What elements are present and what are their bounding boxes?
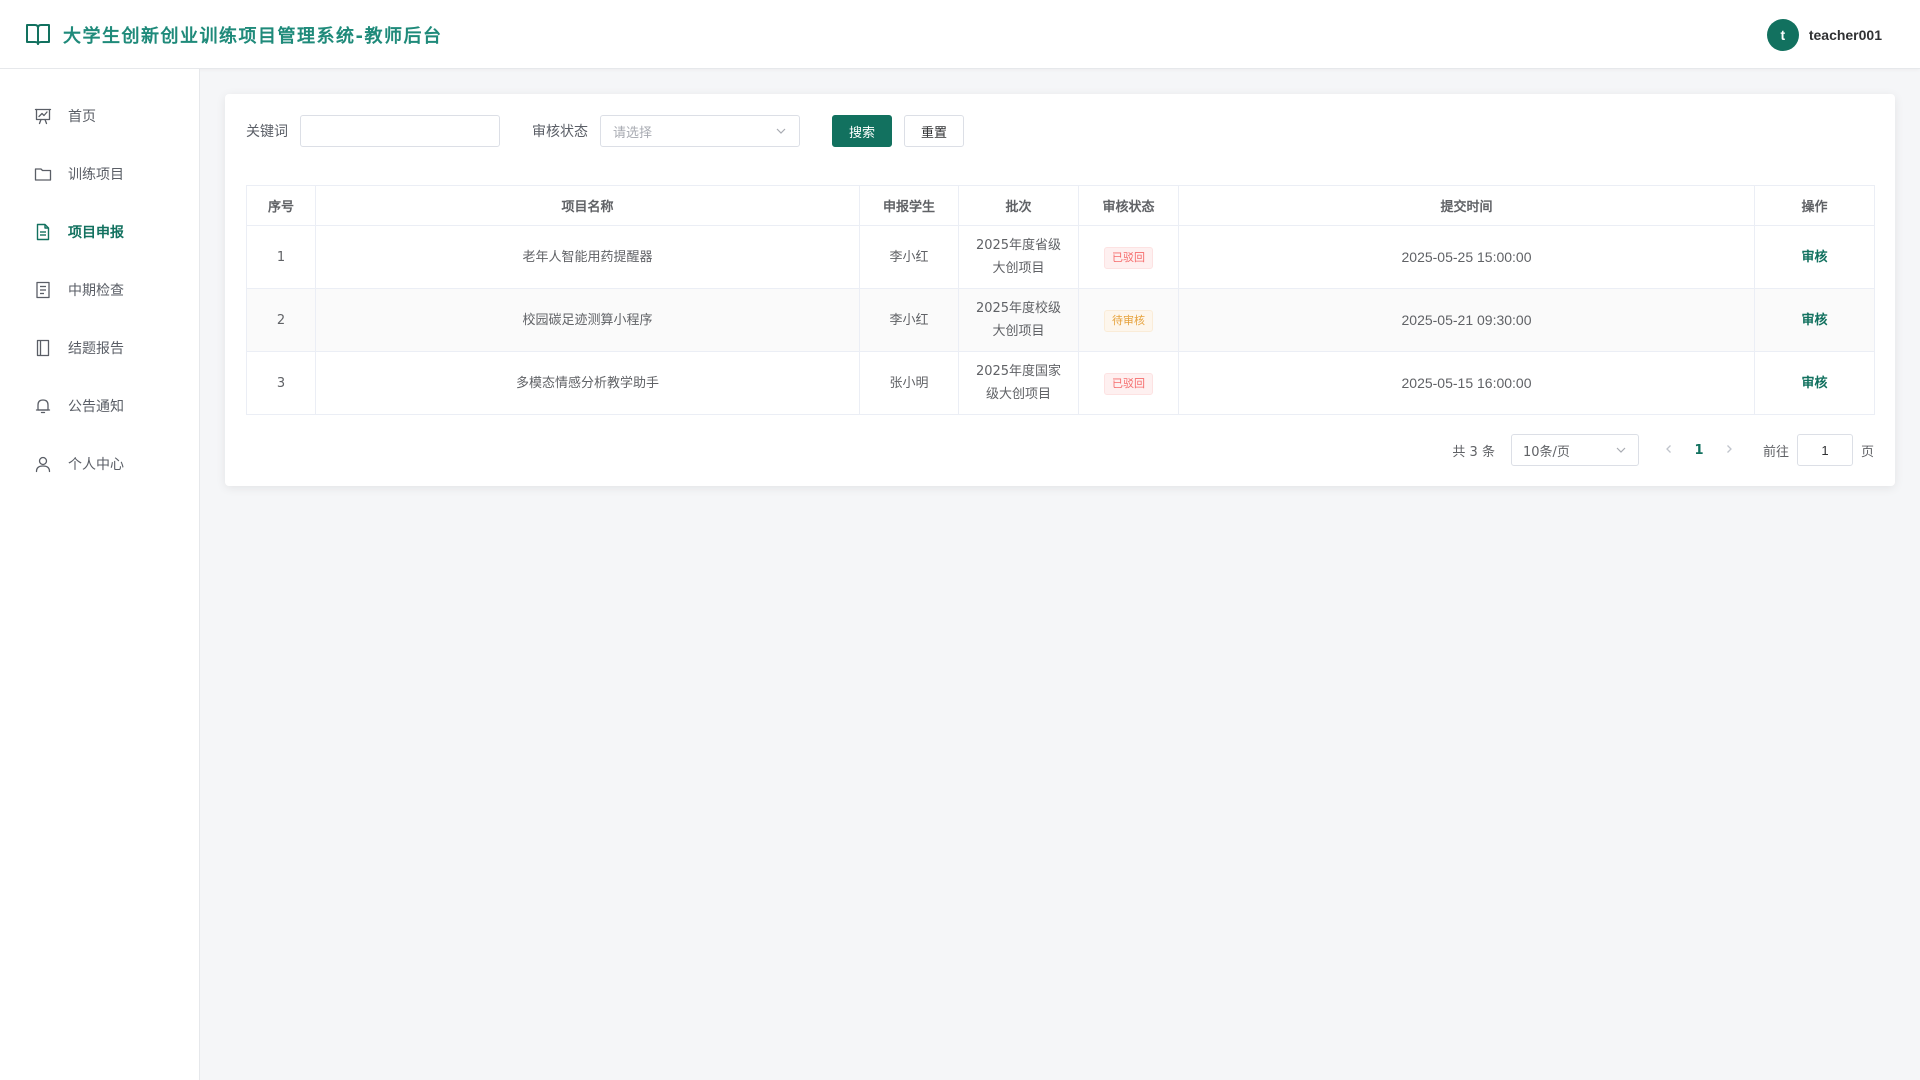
- user-icon: [35, 456, 51, 473]
- cell-index: 2: [246, 288, 316, 352]
- cell-batch: 2025年度校级 大创项目: [958, 288, 1079, 352]
- page-size-select[interactable]: 10条/页: [1510, 434, 1639, 466]
- cell-status: 已驳回: [1078, 351, 1179, 415]
- sidebar-item-profile[interactable]: 个人中心: [0, 435, 199, 493]
- pagination: 共 3 条 10条/页 1 前往 页: [1452, 434, 1874, 466]
- sidebar-item-label: 项目申报: [68, 225, 124, 241]
- chevron-right-icon: [1727, 444, 1732, 453]
- table-row: 3 多模态情感分析教学助手 张小明 2025年度国家 级大创项目 已驳回 2025…: [246, 351, 1875, 415]
- table-row: 2 校园碳足迹测算小程序 李小红 2025年度校级 大创项目 待审核 2025-0…: [246, 288, 1875, 352]
- cell-batch: 2025年度省级 大创项目: [958, 225, 1079, 289]
- avatar: t: [1766, 19, 1799, 51]
- review-link[interactable]: 审核: [1801, 250, 1827, 265]
- sidebar-item-label: 训练项目: [68, 167, 124, 183]
- page-number[interactable]: 1: [1683, 443, 1715, 458]
- page-suffix: 页: [1860, 444, 1874, 460]
- sidebar-item-label: 公告通知: [68, 399, 124, 415]
- reset-button[interactable]: 重置: [904, 115, 964, 147]
- search-button[interactable]: 搜索: [832, 115, 892, 147]
- filter-form: 关键词 审核状态 请选择 搜索 重置: [246, 115, 964, 147]
- batch-line: 大创项目: [992, 261, 1045, 276]
- column-header: 提交时间: [1178, 185, 1755, 226]
- cell-action: 审核: [1754, 288, 1875, 352]
- cell-index: 3: [246, 351, 316, 415]
- projects-table: 序号 项目名称 申报学生 批次 审核状态 提交时间 操作 1 老年人智能用药提醒…: [246, 185, 1875, 415]
- status-badge: 已驳回: [1104, 372, 1153, 395]
- sidebar-item-announcements[interactable]: 公告通知: [0, 377, 199, 435]
- batch-line: 大创项目: [992, 324, 1045, 339]
- status-select-placeholder: 请选择: [613, 125, 653, 141]
- cell-project-name: 校园碳足迹测算小程序: [315, 288, 860, 352]
- folder-icon: [34, 168, 52, 181]
- sidebar-item-home[interactable]: 首页: [0, 87, 199, 145]
- cell-submit-time: 2025-05-15 16:00:00: [1178, 351, 1755, 415]
- keyword-label: 关键词: [246, 124, 288, 140]
- sidebar-item-training-projects[interactable]: 训练项目: [0, 145, 199, 203]
- notebook-icon: [36, 339, 50, 357]
- review-link[interactable]: 审核: [1801, 313, 1827, 328]
- batch-line: 2025年度省级: [975, 238, 1062, 253]
- column-header: 审核状态: [1078, 185, 1179, 226]
- cell-action: 审核: [1754, 225, 1875, 289]
- cell-student: 李小红: [859, 288, 959, 352]
- batch-line: 2025年度国家: [975, 364, 1062, 379]
- total-count: 共 3 条: [1452, 444, 1495, 460]
- column-header: 项目名称: [315, 185, 860, 226]
- cell-project-name: 老年人智能用药提醒器: [315, 225, 860, 289]
- status-label: 审核状态: [532, 124, 588, 140]
- document-icon: [36, 223, 50, 241]
- prev-page-button[interactable]: [1655, 443, 1683, 458]
- top-header: 大学生创新创业训练项目管理系统-教师后台 t teacher001: [0, 0, 1920, 69]
- batch-line: 级大创项目: [985, 387, 1051, 402]
- sidebar-item-label: 首页: [68, 109, 96, 125]
- cell-status: 待审核: [1078, 288, 1179, 352]
- sidebar-item-midterm-check[interactable]: 中期检查: [0, 261, 199, 319]
- keyword-input[interactable]: [300, 115, 500, 147]
- sidebar-item-project-application[interactable]: 项目申报: [0, 203, 199, 261]
- sidebar: 首页 训练项目 项目申报 中期检查 结题报告 公告通知 个人中心: [0, 69, 200, 1080]
- column-header: 操作: [1754, 185, 1875, 226]
- next-page-button[interactable]: [1715, 443, 1743, 458]
- column-header: 批次: [958, 185, 1079, 226]
- review-link[interactable]: 审核: [1801, 376, 1827, 391]
- cell-submit-time: 2025-05-25 15:00:00: [1178, 225, 1755, 289]
- page-size-value: 10条/页: [1522, 444, 1570, 460]
- cell-student: 李小红: [859, 225, 959, 289]
- status-badge: 已驳回: [1104, 246, 1153, 269]
- cell-index: 1: [246, 225, 316, 289]
- cell-action: 审核: [1754, 351, 1875, 415]
- cell-status: 已驳回: [1078, 225, 1179, 289]
- main-card: 关键词 审核状态 请选择 搜索 重置 序号 项目名称 申报学生 批次 审核状态 …: [225, 94, 1895, 486]
- cell-student: 张小明: [859, 351, 959, 415]
- sidebar-menu: 首页 训练项目 项目申报 中期检查 结题报告 公告通知 个人中心: [0, 69, 199, 493]
- cell-submit-time: 2025-05-21 09:30:00: [1178, 288, 1755, 352]
- sidebar-item-label: 个人中心: [68, 457, 124, 473]
- column-header: 申报学生: [859, 185, 959, 226]
- bell-icon: [35, 399, 51, 414]
- sidebar-item-label: 中期检查: [68, 283, 124, 299]
- sidebar-item-label: 结题报告: [68, 341, 124, 357]
- user-menu[interactable]: t teacher001: [1766, 19, 1882, 51]
- checklist-icon: [36, 281, 50, 299]
- status-badge: 待审核: [1104, 309, 1153, 332]
- chevron-left-icon: [1666, 444, 1671, 453]
- presentation-chart-icon: [34, 108, 52, 125]
- goto-label: 前往: [1762, 444, 1789, 460]
- cell-project-name: 多模态情感分析教学助手: [315, 351, 860, 415]
- book-open-icon: [26, 24, 50, 45]
- goto-page-input[interactable]: [1796, 434, 1853, 466]
- cell-batch: 2025年度国家 级大创项目: [958, 351, 1079, 415]
- table-row: 1 老年人智能用药提醒器 李小红 2025年度省级 大创项目 已驳回 2025-0…: [246, 225, 1875, 289]
- column-header: 序号: [246, 185, 316, 226]
- chevron-down-icon: [1616, 447, 1626, 453]
- batch-line: 2025年度校级: [975, 301, 1062, 316]
- status-select[interactable]: 请选择: [600, 115, 800, 147]
- chevron-down-icon: [776, 128, 786, 134]
- app-title: 大学生创新创业训练项目管理系统-教师后台: [63, 26, 443, 47]
- username: teacher001: [1808, 27, 1882, 43]
- sidebar-item-final-report[interactable]: 结题报告: [0, 319, 199, 377]
- table-header-row: 序号 项目名称 申报学生 批次 审核状态 提交时间 操作: [246, 185, 1875, 226]
